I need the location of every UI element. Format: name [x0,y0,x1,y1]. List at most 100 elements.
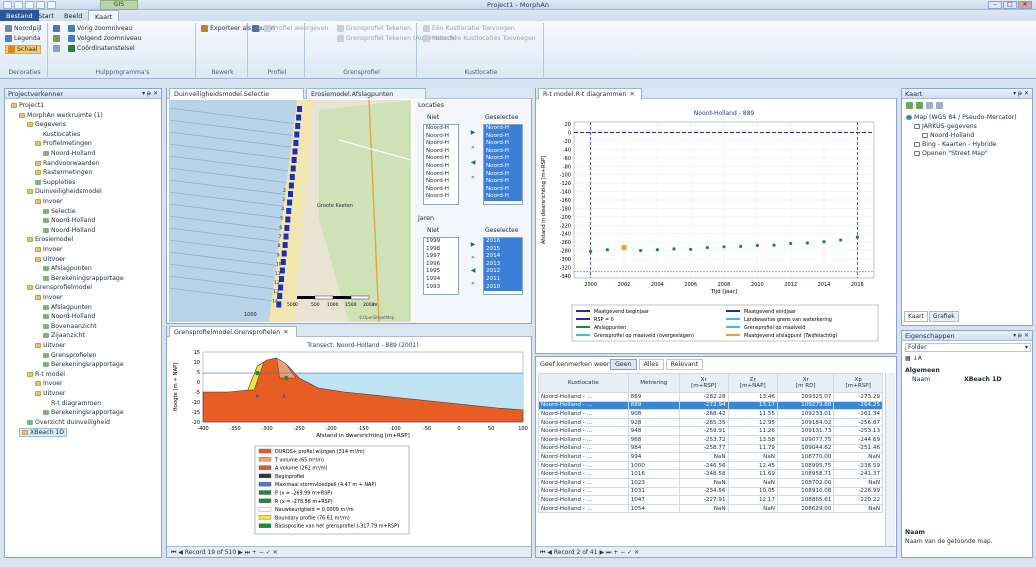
jaar-move-all-right-icon[interactable]: » [469,255,477,261]
transect-marker[interactable] [297,106,302,112]
table-cell[interactable]: 889 [627,400,680,411]
nav-next-icon[interactable]: ▶ ⏭ + − ✓ ✕ [236,549,278,556]
tree-item[interactable]: Afslagpunten [43,265,92,272]
table-cell[interactable]: 12.17 [727,495,778,505]
afslagpunt[interactable] [639,248,643,253]
location-option[interactable]: Noord-H [424,125,458,133]
layer-street-map[interactable]: Openen "Street Map" [914,150,988,157]
transect-marker[interactable] [286,208,292,214]
table-cell[interactable]: 109131.73 [776,426,835,436]
table-cell[interactable]: 13.58 [727,434,778,445]
table-cell[interactable]: NaN [678,452,729,462]
year-option[interactable]: 1994 [424,276,458,284]
table-cell[interactable]: -256.87 [833,417,883,428]
afslagpunt[interactable] [789,241,793,246]
table-cell[interactable]: -273.29 [833,392,883,402]
afslagpunt[interactable] [605,248,609,252]
table-cell[interactable]: NaN [678,503,729,514]
tree-item[interactable]: Uitvoer [35,342,65,349]
tab-duinveiligheid-selectie[interactable]: Duinveiligheidsmodel.Selectie [169,88,304,99]
table-cell[interactable]: Noord-Holland - ... [538,417,629,428]
table-cell[interactable]: Noord-Holland - ... [538,443,629,454]
afslagpunt[interactable] [672,247,676,251]
table-cell[interactable]: -241.37 [833,469,883,479]
table-cell[interactable]: Noord-Holland - ... [538,477,629,488]
nav-first-icon[interactable]: ⏮ ◀ [540,549,554,556]
legenda-button[interactable]: Legenda [5,35,41,42]
table-cell[interactable]: 109233.01 [776,409,835,419]
table-cell[interactable]: 1016 [627,469,680,479]
table-cell[interactable]: -258.77 [678,443,729,454]
afslagpunt[interactable] [722,245,726,249]
maximize-button[interactable]: □ [1003,1,1017,9]
afslagpunt[interactable] [839,238,843,242]
panel-pin-icon[interactable]: ▾ ᵽ ✕ [1013,90,1029,97]
transect-marker[interactable] [293,140,299,146]
table-cell[interactable]: Noord-Holland - ... [538,392,629,402]
transect-marker[interactable] [296,114,302,121]
prop-naam-value[interactable]: XBeach 1D [964,376,1002,383]
location-selected[interactable]: Noord-H [484,147,522,156]
zoom-layer-icon[interactable] [936,102,943,109]
checkbox-icon[interactable] [914,142,920,147]
year-selected[interactable]: 2016 [484,238,522,246]
meer-kustlocaties-button[interactable]: Meerdere Kustlocaties Toevoegen [423,35,536,42]
table-cell[interactable]: -264.25 [833,400,883,411]
tree-item[interactable]: Bovenaanzicht [43,323,97,330]
table-cell[interactable]: -244.69 [833,434,883,445]
table-cell[interactable]: 10.05 [727,486,778,497]
transect-marker[interactable] [288,191,293,197]
table-row[interactable]: Noord-Holland - ... 1031 -234.56 10.05 10891… [538,486,883,497]
tree-item[interactable]: Rastermetingen [35,169,92,176]
table-cell[interactable]: 108702.00 [776,477,835,488]
maatgevend-afslagpunt[interactable] [621,245,627,251]
transect-marker[interactable] [295,123,301,129]
table-row[interactable]: Noord-Holland - ... 948 -259.91 11.26 109131… [538,426,883,436]
tab-rt-diagrammen[interactable]: R-t model.R-t diagrammen ✕ [538,88,642,99]
column-header[interactable]: Kustlocatie [538,373,629,393]
table-row[interactable]: Noord-Holland - ... 968 -253.72 13.58 109077… [538,434,883,445]
table-cell[interactable]: 908 [627,409,680,419]
transect-marker[interactable] [279,267,285,274]
table-cell[interactable]: 11.69 [727,469,778,479]
table-cell[interactable]: -272.94 [678,400,729,411]
tree-item[interactable]: Noord-Holland [43,150,95,157]
tree-item[interactable]: Gegevens [27,121,66,128]
tree-item[interactable]: Berekeningsrapportage [43,275,124,282]
panel-pin-icon[interactable]: ▾ ᵽ ✕ [1013,332,1029,339]
tree-item[interactable]: Profielmetingen [35,140,92,147]
move-all-left-icon[interactable]: « [469,175,477,181]
rt-chart[interactable]: Noord-Holland - 889 20 0 -20 -40 -60 -80 -100 -1… [536,100,898,352]
close-button[interactable]: ✕ [1018,1,1032,9]
location-selected[interactable]: Noord-H [484,162,522,171]
location-selected[interactable]: Noord-H [484,193,522,201]
select-tool[interactable] [53,25,60,32]
table-cell[interactable]: -227.91 [678,495,729,505]
table-cell[interactable]: -238.59 [833,460,883,471]
filter-alles-button[interactable]: Alles [638,359,664,370]
column-header[interactable]: Zr [m+NAP] [727,373,778,393]
filter-relevant-button[interactable]: Relevant [665,359,704,370]
location-option[interactable]: Noord-H [424,178,458,186]
table-cell[interactable]: Noord-Holland - ... [538,460,629,471]
transect-marker[interactable] [287,199,293,206]
year-selected[interactable]: 2010 [484,283,522,292]
coordinatenstelsel-button[interactable]: Coördinatenstelsel [68,45,135,52]
table-cell[interactable]: 11.26 [727,426,778,436]
table-cell[interactable]: 108995.75 [776,460,835,471]
table-cell[interactable]: 13.46 [727,392,778,402]
een-kustlocatie-button[interactable]: Eén Kustlocatie Toevoegen [423,25,515,32]
tree-item[interactable]: Berekeningsrapportage [43,361,124,368]
location-selected[interactable]: Noord-H [484,132,522,141]
checkbox-icon[interactable] [922,133,928,138]
table-cell[interactable]: 948 [627,426,680,436]
table-cell[interactable]: 869 [627,392,680,402]
table-row[interactable]: Noord-Holland - ... 1054 NaN NaN 108629.00 Na… [538,503,883,514]
table-cell[interactable]: 109044.62 [776,443,835,454]
table-cell[interactable]: Noord-Holland - ... [538,434,629,445]
table-cell[interactable]: 994 [627,452,680,462]
table-cell[interactable]: 109184.02 [776,417,835,428]
locaties-geselecteerd-list[interactable]: Noord-H Noord-H Noord-H Noord-H Noord-H Noord… [483,124,523,205]
move-left-icon[interactable]: ◀ [469,160,477,166]
layer-jarkus[interactable]: JARKUS-gegevens [914,123,977,130]
